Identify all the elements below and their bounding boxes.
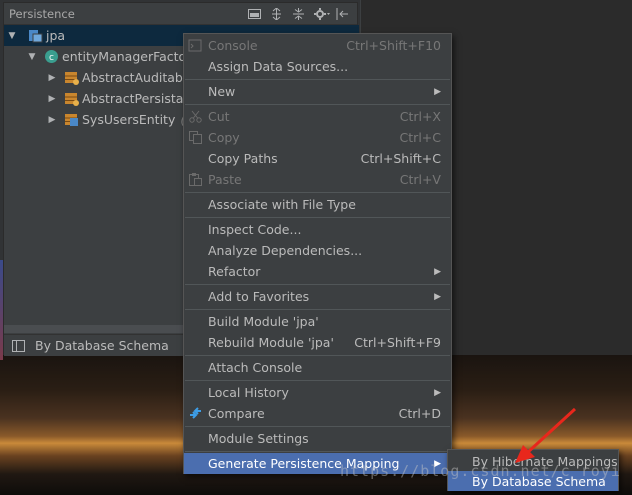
svg-text:c: c — [49, 53, 54, 63]
menu-item-label: Analyze Dependencies... — [208, 243, 363, 258]
panel-title: Persistence — [9, 6, 75, 21]
menu-item-paste[interactable]: Paste Ctrl+V — [184, 169, 451, 190]
menu-item-shortcut: Ctrl+Shift+F9 — [354, 335, 441, 350]
tree-node-label: jpa — [46, 28, 66, 43]
menu-item-compare[interactable]: Compare Ctrl+D — [184, 403, 451, 424]
menu-item-module-settings[interactable]: Module Settings — [184, 428, 451, 449]
menu-separator — [185, 192, 450, 193]
menu-item-cut[interactable]: Cut Ctrl+X — [184, 106, 451, 127]
menu-item-label: Compare — [208, 406, 265, 421]
menu-separator — [185, 79, 450, 80]
menu-item-label: Local History — [208, 385, 289, 400]
submenu-arrow-icon: ▶ — [434, 291, 441, 302]
persistence-unit-icon: c — [44, 49, 59, 64]
paste-icon — [188, 172, 203, 187]
submenu-arrow-icon: ▶ — [434, 387, 441, 398]
menu-item-label: Paste — [208, 172, 242, 187]
menu-item-copy-paths[interactable]: Copy Paths Ctrl+Shift+C — [184, 148, 451, 169]
menu-item-label: Console — [208, 38, 258, 53]
expand-all-icon[interactable] — [270, 6, 283, 21]
menu-separator — [185, 217, 450, 218]
menu-item-label: Cut — [208, 109, 230, 124]
menu-separator — [185, 355, 450, 356]
horizontal-scrollbar[interactable] — [4, 325, 184, 333]
tree-node-label: entityManagerFactor — [62, 49, 192, 64]
context-menu: Console Ctrl+Shift+F10 Assign Data Sourc… — [183, 33, 452, 474]
expand-arrow-icon[interactable]: ▶ — [46, 94, 58, 104]
expand-arrow-icon[interactable]: ▶ — [46, 73, 58, 83]
tree-node-label: AbstractAuditable — [82, 70, 195, 85]
menu-item-new[interactable]: New ▶ — [184, 81, 451, 102]
hide-panel-icon[interactable] — [336, 7, 349, 20]
menu-item-shortcut: Ctrl+V — [399, 172, 441, 187]
menu-item-add-to-favorites[interactable]: Add to Favorites ▶ — [184, 286, 451, 307]
collapse-arrow-icon[interactable]: ▼ — [6, 31, 18, 41]
menu-item-local-history[interactable]: Local History ▶ — [184, 382, 451, 403]
menu-item-analyze-dependencies[interactable]: Analyze Dependencies... — [184, 240, 451, 261]
menu-item-label: Refactor — [208, 264, 261, 279]
compare-icon — [188, 406, 203, 421]
entity-icon — [64, 70, 79, 85]
menu-item-label: Attach Console — [208, 360, 303, 375]
menu-item-shortcut: Ctrl+Shift+C — [360, 151, 441, 166]
menu-item-label: Module Settings — [208, 431, 309, 446]
menu-item-label: New — [208, 84, 236, 99]
menu-separator — [185, 104, 450, 105]
panel-header-toolbar — [248, 6, 357, 21]
menu-item-console[interactable]: Console Ctrl+Shift+F10 — [184, 35, 451, 56]
menu-item-shortcut: Ctrl+Shift+F10 — [346, 38, 441, 53]
entity-icon — [64, 91, 79, 106]
menu-separator — [185, 380, 450, 381]
menu-item-inspect-code[interactable]: Inspect Code... — [184, 219, 451, 240]
menu-item-label: Assign Data Sources... — [208, 59, 349, 74]
menu-item-attach-console[interactable]: Attach Console — [184, 357, 451, 378]
collapse-arrow-icon[interactable]: ▼ — [26, 52, 38, 62]
menu-item-rebuild-module[interactable]: Rebuild Module 'jpa' Ctrl+Shift+F9 — [184, 332, 451, 353]
show-sql-icon[interactable] — [248, 8, 261, 20]
entity-icon — [64, 112, 79, 127]
module-icon — [28, 28, 43, 43]
annotation-arrow-icon — [515, 407, 577, 463]
menu-item-label: Add to Favorites — [208, 289, 310, 304]
menu-item-label: Copy Paths — [208, 151, 278, 166]
menu-item-label: Build Module 'jpa' — [208, 314, 319, 329]
menu-separator — [185, 426, 450, 427]
menu-separator — [185, 309, 450, 310]
tree-node-label: AbstractPersistab — [82, 91, 192, 106]
tree-node-label: SysUsersEntity — [82, 112, 176, 127]
menu-item-label: Copy — [208, 130, 240, 145]
menu-item-copy[interactable]: Copy Ctrl+C — [184, 127, 451, 148]
collapse-all-icon[interactable] — [292, 7, 305, 20]
submenu-arrow-icon: ▶ — [434, 86, 441, 97]
menu-item-shortcut: Ctrl+D — [398, 406, 441, 421]
expand-arrow-icon[interactable]: ▶ — [46, 115, 58, 125]
menu-item-build-module[interactable]: Build Module 'jpa' — [184, 311, 451, 332]
menu-item-label: Inspect Code... — [208, 222, 302, 237]
menu-item-label: Rebuild Module 'jpa' — [208, 335, 334, 350]
menu-item-associate-file-type[interactable]: Associate with File Type — [184, 194, 451, 215]
scissors-icon — [188, 109, 203, 124]
menu-item-shortcut: Ctrl+X — [399, 109, 441, 124]
menu-item-shortcut: Ctrl+C — [399, 130, 441, 145]
copy-icon — [188, 130, 203, 145]
submenu-arrow-icon: ▶ — [434, 266, 441, 277]
footer-label: By Database Schema — [35, 338, 169, 353]
gear-icon[interactable] — [314, 7, 330, 20]
console-icon — [188, 38, 203, 53]
schema-view-icon[interactable] — [12, 339, 25, 352]
panel-header: Persistence — [4, 3, 357, 25]
watermark-text: https://blog.csdn.net/c_royi — [340, 462, 621, 480]
menu-item-refactor[interactable]: Refactor ▶ — [184, 261, 451, 282]
menu-item-assign-data-sources[interactable]: Assign Data Sources... — [184, 56, 451, 77]
menu-separator — [185, 284, 450, 285]
menu-item-label: Associate with File Type — [208, 197, 356, 212]
menu-separator — [185, 451, 450, 452]
